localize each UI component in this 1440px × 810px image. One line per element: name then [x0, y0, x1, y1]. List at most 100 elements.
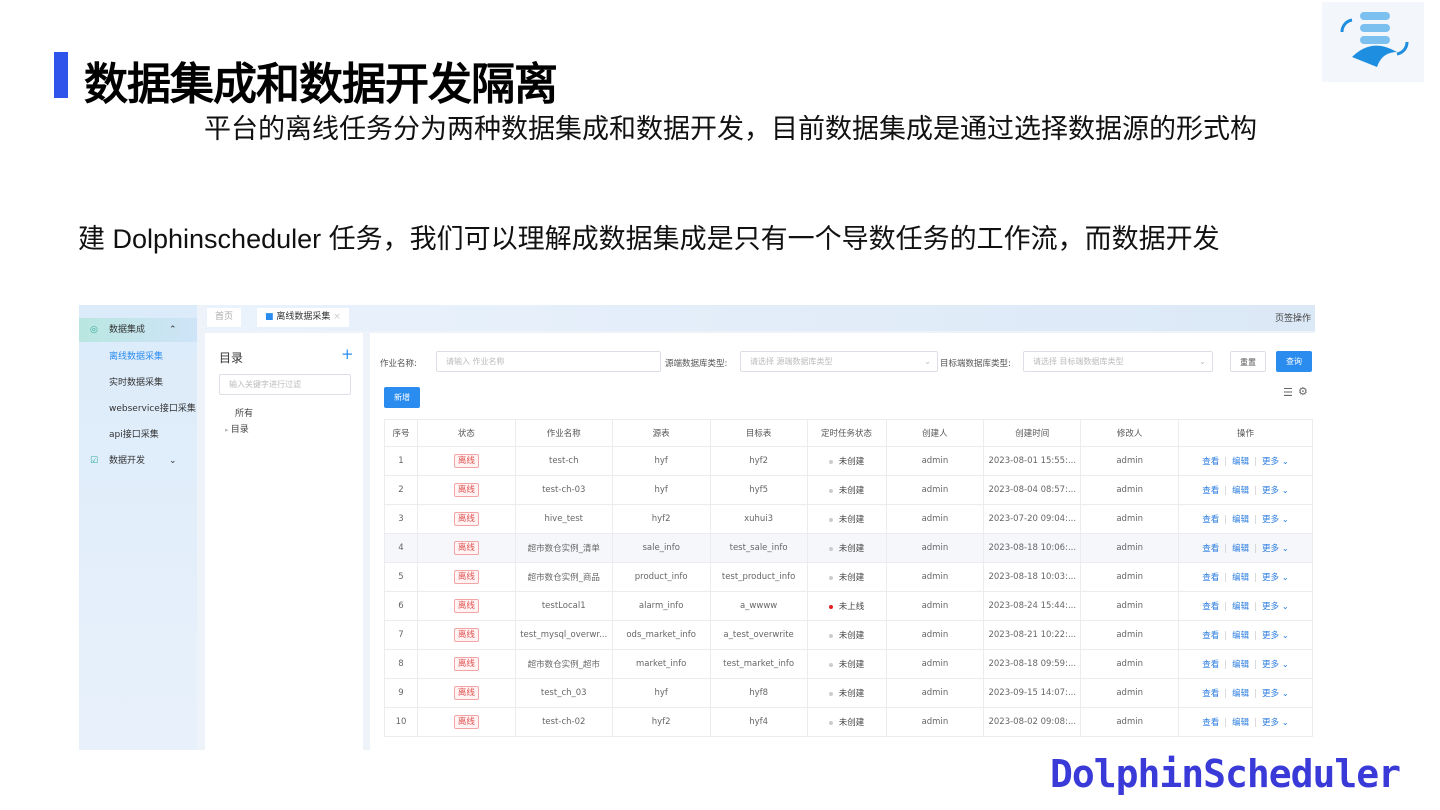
cell-text: 3 [398, 514, 404, 524]
view-link[interactable]: 查看 [1202, 602, 1219, 612]
job-name-input[interactable]: 请输入 作业名称 [436, 351, 661, 372]
table-cell: 未创建 [806, 533, 887, 563]
table-row[interactable]: 7 离线 test_mysql_overwr... ods_market_info a_… [384, 620, 1313, 650]
more-link[interactable]: 更多 [1262, 573, 1279, 583]
edit-link[interactable]: 编辑 [1232, 660, 1249, 670]
table-row[interactable]: 3 离线 hive_test hyf2 xuhui3 未创建 admin 2023-07-20… [384, 504, 1313, 534]
sidebar-item-api[interactable]: api接口采集 [79, 423, 197, 447]
source-db-select[interactable]: 请选择 源端数据库类型 ⌄ [740, 351, 938, 372]
more-link[interactable]: 更多 [1262, 631, 1279, 641]
more-link[interactable]: 更多 [1262, 660, 1279, 670]
add-directory-icon[interactable]: + [341, 345, 354, 363]
cell-text: 9 [398, 688, 404, 698]
view-link[interactable]: 查看 [1202, 689, 1219, 699]
query-button[interactable]: 查询 [1276, 351, 1312, 372]
chevron-down-icon[interactable]: ⌄ [1279, 544, 1289, 554]
row-actions: 查看 | 编辑 | 更多 ⌄ [1178, 707, 1313, 737]
edit-link[interactable]: 编辑 [1232, 689, 1249, 699]
table-row[interactable]: 5 离线 超市数仓实例_商品 product_info test_product_inf… [384, 562, 1313, 592]
settings-gear-icon[interactable]: ⚙ [1298, 385, 1308, 398]
target-db-select[interactable]: 请选择 目标端数据库类型 ⌄ [1023, 351, 1213, 372]
cell-text: test-ch-03 [542, 485, 586, 495]
table-row[interactable]: 2 离线 test-ch-03 hyf hyf5 未创建 admin 2023-08-04 0… [384, 475, 1313, 505]
table-row[interactable]: 8 离线 超市数仓实例_超市 market_info test_market_info 未… [384, 649, 1313, 679]
page-ops-button[interactable]: 页签操作 [1275, 311, 1311, 324]
more-link[interactable]: 更多 [1262, 457, 1279, 467]
more-link[interactable]: 更多 [1262, 602, 1279, 612]
view-link[interactable]: 查看 [1202, 573, 1219, 583]
add-button[interactable]: 新增 [384, 387, 420, 408]
more-link[interactable]: 更多 [1262, 544, 1279, 554]
cell-text: 未创建 [838, 573, 865, 583]
cell-text: admin [921, 659, 949, 669]
reset-button[interactable]: 重置 [1230, 351, 1266, 372]
table-row[interactable]: 10 离线 test-ch-02 hyf2 hyf4 未创建 admin 2023-08-02… [384, 707, 1313, 737]
edit-link[interactable]: 编辑 [1232, 631, 1249, 641]
sidebar-item-webservice[interactable]: webservice接口采集 [79, 397, 197, 421]
cell-text: xuhui3 [744, 514, 774, 524]
cell-text: admin [1116, 485, 1143, 495]
view-link[interactable]: 查看 [1202, 631, 1219, 641]
chevron-down-icon[interactable]: ⌄ [1279, 660, 1289, 670]
edit-link[interactable]: 编辑 [1232, 573, 1249, 583]
sidebar-group-data-dev[interactable]: ☑ 数据开发 ⌄ [79, 449, 197, 473]
divider: | [1254, 573, 1257, 583]
tree-node-all[interactable]: 所有 [235, 406, 253, 419]
chevron-down-icon[interactable]: ⌄ [1279, 515, 1289, 525]
view-link[interactable]: 查看 [1202, 544, 1219, 554]
edit-link[interactable]: 编辑 [1232, 457, 1249, 467]
view-link[interactable]: 查看 [1202, 457, 1219, 467]
cell-text: admin [921, 688, 949, 698]
item-label: 实时数据采集 [109, 378, 164, 388]
more-link[interactable]: 更多 [1262, 718, 1279, 728]
item-label: api接口采集 [109, 430, 159, 440]
table-row[interactable]: 9 离线 test_ch_03 hyf hyf8 未创建 admin 2023-09-15 1… [384, 678, 1313, 708]
view-link[interactable]: 查看 [1202, 486, 1219, 496]
more-link[interactable]: 更多 [1262, 689, 1279, 699]
chevron-down-icon[interactable]: ⌄ [1279, 631, 1289, 641]
chevron-down-icon[interactable]: ⌄ [1279, 457, 1289, 467]
view-link[interactable]: 查看 [1202, 718, 1219, 728]
table-cell: 未上线 [806, 591, 887, 621]
chevron-down-icon[interactable]: ⌄ [1279, 573, 1289, 583]
cell-text: hyf5 [749, 485, 769, 495]
edit-link[interactable]: 编辑 [1232, 602, 1249, 612]
chevron-down-icon: ⌄ [924, 357, 931, 366]
edit-link[interactable]: 编辑 [1232, 718, 1249, 728]
tree-node-directory[interactable]: ▸ 目录 [225, 422, 249, 435]
more-link[interactable]: 更多 [1262, 515, 1279, 525]
chevron-down-icon[interactable]: ⌄ [1279, 718, 1289, 728]
tab-home[interactable]: 首页 [207, 308, 242, 327]
close-icon[interactable]: × [333, 312, 341, 322]
more-link[interactable]: 更多 [1262, 486, 1279, 496]
table-cell: hyf2 [611, 504, 711, 534]
table-cell: hyf4 [709, 707, 808, 737]
slide-title: 数据集成和数据开发隔离 [84, 59, 558, 110]
sidebar-item-realtime[interactable]: 实时数据采集 [79, 371, 197, 395]
table-row[interactable]: 6 离线 testLocal1 alarm_info a_wwww 未上线 admin 202… [384, 591, 1313, 621]
view-link[interactable]: 查看 [1202, 515, 1219, 525]
sidebar-group-data-integration[interactable]: ◎ 数据集成 ⌃ [79, 318, 197, 342]
column-list-icon[interactable]: ☰ [1283, 386, 1293, 399]
cell-text: 8 [398, 659, 404, 669]
edit-link[interactable]: 编辑 [1232, 544, 1249, 554]
table-row[interactable]: 1 离线 test-ch hyf hyf2 未创建 admin 2023-08-01 15:5… [384, 446, 1313, 476]
edit-link[interactable]: 编辑 [1232, 486, 1249, 496]
tab-offline-collect[interactable]: ■ 离线数据采集 × [257, 308, 349, 327]
table-cell: hyf8 [709, 678, 808, 708]
cell-text: hyf [654, 688, 668, 698]
table-row[interactable]: 4 离线 超市数仓实例_清单 sale_info test_sale_info 未创建 ad… [384, 533, 1313, 563]
cell-text: 2023-08-18 10:03:... [988, 572, 1077, 582]
chevron-down-icon[interactable]: ⌄ [1279, 486, 1289, 496]
chevron-down-icon[interactable]: ⌄ [1279, 689, 1289, 699]
directory-filter-input[interactable]: 输入关键字进行过滤 [219, 374, 351, 395]
table-cell: 7 [384, 620, 418, 650]
sidebar-item-offline[interactable]: 离线数据采集 [79, 345, 197, 369]
table-cell: 9 [384, 678, 418, 708]
table-cell: admin [1080, 591, 1180, 621]
chevron-down-icon[interactable]: ⌄ [1279, 602, 1289, 612]
edit-link[interactable]: 编辑 [1232, 515, 1249, 525]
table-cell: admin [885, 620, 985, 650]
view-link[interactable]: 查看 [1202, 660, 1219, 670]
table-cell: 超市数仓实例_清单 [514, 533, 613, 563]
